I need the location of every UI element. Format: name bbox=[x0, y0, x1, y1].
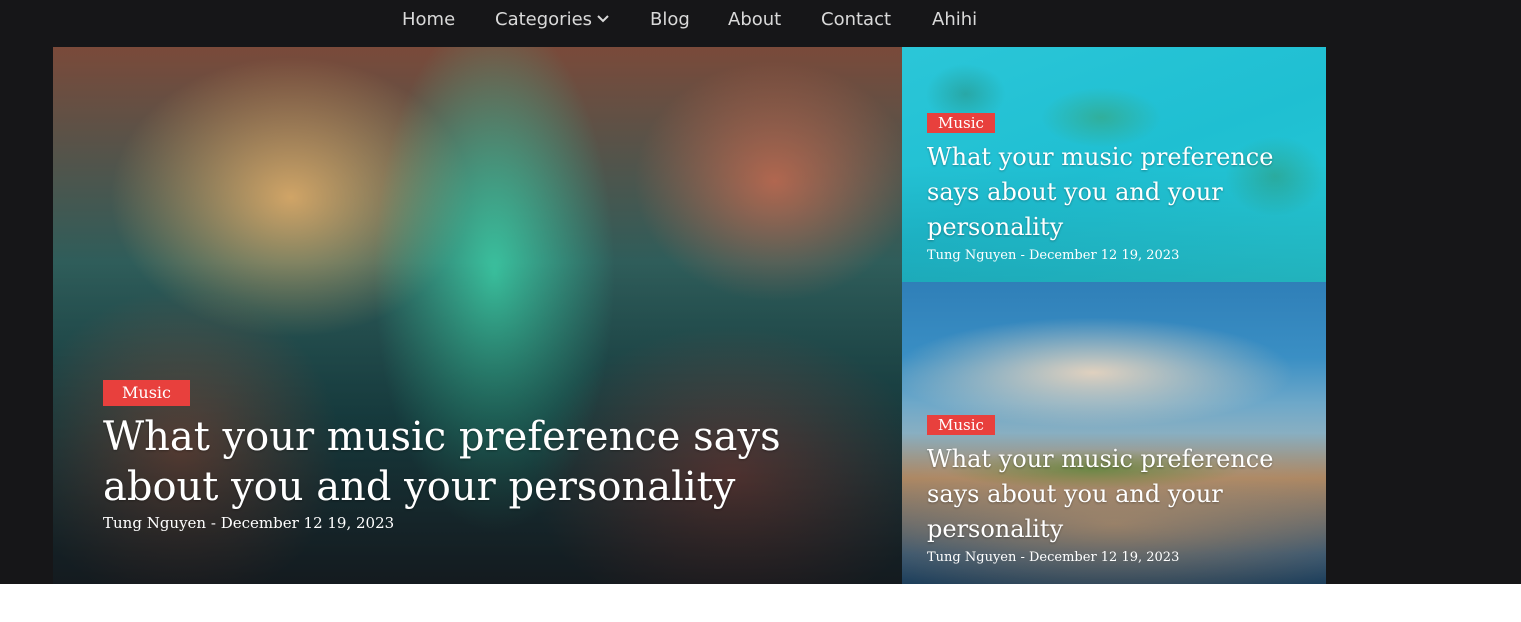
category-badge[interactable]: Music bbox=[927, 415, 995, 435]
nav-categories-label: Categories bbox=[495, 9, 593, 30]
featured-post-main[interactable]: Music What your music preference says ab… bbox=[53, 47, 902, 584]
main-nav: Home Categories Blog About Contact Ahihi bbox=[0, 0, 1521, 40]
nav-categories[interactable]: Categories bbox=[495, 8, 610, 32]
featured-post-side-bottom[interactable]: Music What your music preference says ab… bbox=[902, 282, 1326, 584]
category-badge[interactable]: Music bbox=[927, 113, 995, 133]
post-meta: Tung Nguyen - December 12 19, 2023 bbox=[103, 514, 395, 532]
post-meta: Tung Nguyen - December 12 19, 2023 bbox=[927, 248, 1180, 263]
post-title[interactable]: What your music preference says about yo… bbox=[927, 140, 1286, 245]
post-title[interactable]: What your music preference says about yo… bbox=[927, 442, 1286, 547]
nav-contact[interactable]: Contact bbox=[821, 8, 891, 32]
chevron-down-icon bbox=[596, 7, 610, 31]
nav-home[interactable]: Home bbox=[402, 8, 455, 32]
nav-blog[interactable]: Blog bbox=[650, 8, 690, 32]
category-badge[interactable]: Music bbox=[103, 380, 190, 406]
featured-post-side-top[interactable]: Music What your music preference says ab… bbox=[902, 47, 1326, 282]
nav-about[interactable]: About bbox=[728, 8, 781, 32]
post-overlay: Music What your music preference says ab… bbox=[927, 113, 1286, 265]
post-overlay: Music What your music preference says ab… bbox=[927, 415, 1286, 567]
post-meta: Tung Nguyen - December 12 19, 2023 bbox=[927, 550, 1180, 565]
post-title[interactable]: What your music preference says about yo… bbox=[103, 412, 842, 512]
nav-ahihi[interactable]: Ahihi bbox=[932, 8, 977, 32]
post-overlay: Music What your music preference says ab… bbox=[103, 380, 842, 532]
